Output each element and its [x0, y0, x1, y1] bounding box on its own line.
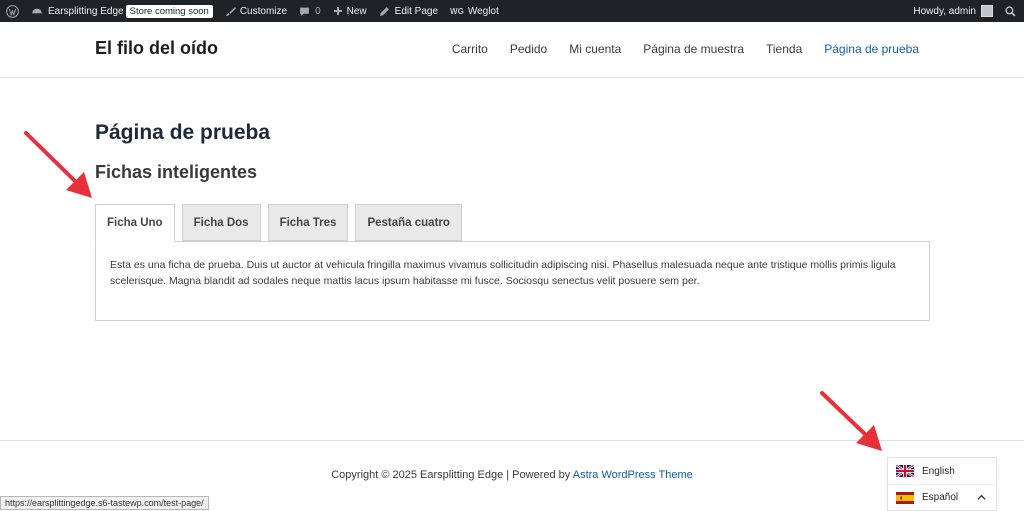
chevron-up-icon — [977, 494, 986, 500]
store-coming-soon-badge[interactable]: Store coming soon — [125, 4, 213, 18]
wordpress-logo-button[interactable] — [0, 0, 25, 22]
admin-search-button[interactable] — [999, 0, 1024, 22]
copyright-text: Copyright © 2025 Earsplitting Edge | Pow… — [331, 469, 573, 481]
nav-item-carrito[interactable]: Carrito — [452, 42, 488, 56]
nav-item-pagina-de-prueba[interactable]: Página de prueba — [824, 42, 919, 56]
primary-nav: Carrito Pedido Mi cuenta Página de muest… — [452, 42, 919, 56]
tab-ficha-dos[interactable]: Ficha Dos — [181, 204, 261, 241]
status-bar-url: https://earsplittingedge.s6-tastewp.com/… — [0, 496, 209, 510]
weglot-label: Weglot — [467, 5, 499, 17]
nav-item-tienda[interactable]: Tienda — [766, 42, 802, 56]
tab-ficha-tres[interactable]: Ficha Tres — [267, 204, 349, 241]
avatar — [981, 5, 993, 17]
tab-ficha-uno[interactable]: Ficha Uno — [95, 204, 175, 242]
weglot-button[interactable]: WG Weglot — [444, 0, 505, 22]
weglot-logo: WG — [450, 6, 464, 16]
pencil-icon — [379, 6, 389, 16]
tab-panel-text: Esta es una ficha de prueba. Duis ut auc… — [110, 259, 896, 287]
nav-item-pedido[interactable]: Pedido — [510, 42, 547, 56]
comments-button[interactable]: 0 — [293, 0, 327, 22]
wordpress-logo-icon — [6, 4, 19, 18]
annotation-arrow-icon — [820, 391, 882, 451]
annotation-arrow-icon — [24, 131, 92, 198]
page-title: Página de prueba — [95, 121, 271, 144]
comment-icon — [300, 7, 309, 16]
new-content-button[interactable]: New — [327, 0, 373, 22]
tab-panel: Esta es una ficha de prueba. Duis ut auc… — [95, 241, 930, 321]
howdy-label: Howdy, admin — [913, 5, 976, 17]
account-menu[interactable]: Howdy, admin — [907, 0, 999, 22]
site-title[interactable]: El filo del oído — [95, 38, 218, 59]
brush-icon — [225, 6, 236, 16]
comments-count: 0 — [315, 5, 321, 17]
nav-item-mi-cuenta[interactable]: Mi cuenta — [569, 42, 621, 56]
site-name-menu[interactable]: Earsplitting Edge Store coming soon — [25, 0, 219, 22]
language-option-espanol[interactable]: Español — [888, 484, 996, 510]
edit-page-label: Edit Page — [394, 5, 439, 17]
theme-link[interactable]: Astra WordPress Theme — [573, 469, 693, 481]
section-title: Fichas inteligentes — [95, 162, 258, 182]
new-label: New — [346, 5, 367, 17]
admin-bar: Earsplitting Edge Store coming soon Cust… — [0, 0, 1024, 22]
site-header: El filo del oído Carrito Pedido Mi cuent… — [0, 22, 1024, 78]
customize-label: Customize — [239, 5, 288, 17]
language-label-english: English — [922, 465, 955, 477]
customize-button[interactable]: Customize — [219, 0, 293, 22]
tab-pestana-cuatro[interactable]: Pestaña cuatro — [355, 204, 462, 241]
language-switcher[interactable]: English Español — [887, 457, 997, 511]
dashboard-icon — [32, 8, 42, 14]
site-name-label: Earsplitting Edge — [48, 5, 124, 17]
page: Earsplitting Edge Store coming soon Cust… — [0, 0, 1024, 511]
edit-page-button[interactable]: Edit Page — [373, 0, 444, 22]
plus-icon — [333, 7, 342, 15]
language-option-english[interactable]: English — [888, 458, 996, 484]
search-icon — [1005, 5, 1016, 16]
spain-flag-icon — [896, 491, 914, 504]
uk-flag-icon — [896, 465, 914, 477]
tab-list: Ficha Uno Ficha Dos Ficha Tres Pestaña c… — [95, 204, 462, 242]
language-label-espanol: Español — [922, 492, 959, 503]
nav-item-pagina-de-muestra[interactable]: Página de muestra — [643, 42, 744, 56]
footer-copyright: Copyright © 2025 Earsplitting Edge | Pow… — [0, 469, 1024, 481]
